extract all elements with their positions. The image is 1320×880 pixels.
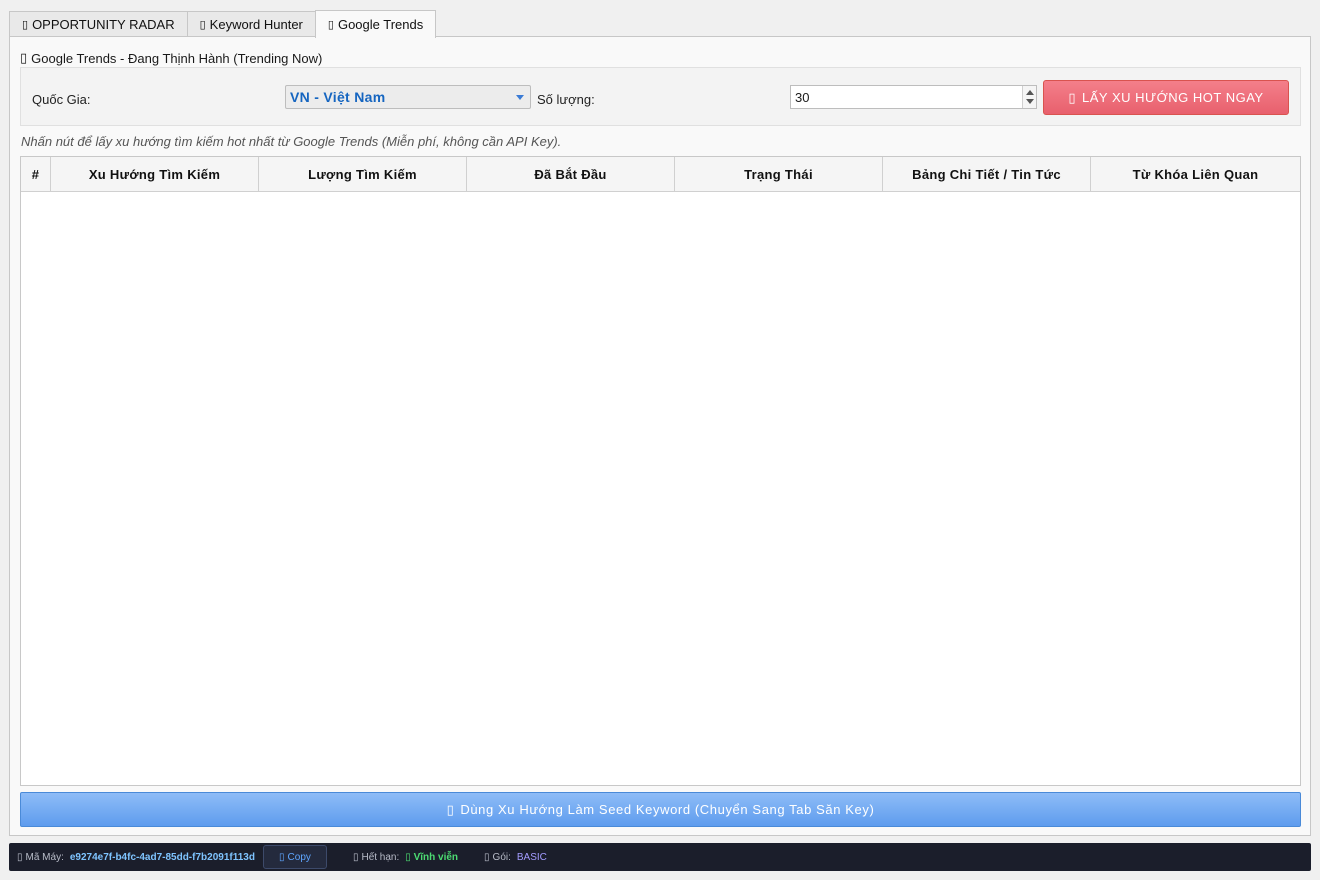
tab-bar: ▯ OPPORTUNITY RADAR ▯ Keyword Hunter ▯ G…	[9, 9, 437, 38]
count-value: 30	[795, 89, 810, 105]
increment-arrow-icon[interactable]	[1026, 90, 1034, 95]
plan-label-text: Gói:	[492, 851, 511, 863]
copy-button[interactable]: ▯ Copy	[262, 845, 327, 869]
chevron-down-icon	[516, 95, 524, 100]
tab-opportunity-radar[interactable]: ▯ OPPORTUNITY RADAR	[9, 11, 188, 37]
spin-buttons	[1022, 86, 1036, 108]
column-header-related[interactable]: Từ Khóa Liên Quan	[1091, 157, 1300, 191]
use-as-seed-label: Dùng Xu Hướng Làm Seed Keyword (Chuyển S…	[460, 802, 875, 817]
expiry-value-text: Vĩnh viễn	[413, 851, 459, 863]
count-spinbox[interactable]: 30	[790, 85, 1037, 109]
status-bar: ▯ Mã Máy: e9274e7f-b4fc-4ad7-85dd-f7b209…	[9, 843, 1311, 871]
section-title: ▯ Google Trends - Đang Thịnh Hành (Trend…	[20, 50, 322, 66]
plan-label: ▯ Gói:	[484, 852, 511, 863]
tab-label: Keyword Hunter	[209, 17, 303, 32]
machine-id-value: e9274e7f-b4fc-4ad7-85dd-f7b2091f113d	[69, 851, 255, 863]
tab-label: Google Trends	[337, 17, 424, 32]
target-icon: ▯	[199, 19, 206, 31]
controls-bar: Quốc Gia: VN - Việt Nam Số lượng: 30 ▯ L…	[20, 67, 1301, 126]
google-trends-panel: ▯ Google Trends - Đang Thịnh Hành (Trend…	[9, 36, 1311, 836]
count-label: Số lượng:	[537, 92, 595, 107]
tab-keyword-hunter[interactable]: ▯ Keyword Hunter	[186, 11, 316, 37]
column-header-volume[interactable]: Lượng Tìm Kiếm	[259, 157, 467, 191]
machine-label-text: Mã Máy:	[25, 851, 64, 863]
country-select[interactable]: VN - Việt Nam	[285, 85, 531, 109]
check-icon: ▯	[405, 851, 411, 863]
use-as-seed-button[interactable]: ▯ Dùng Xu Hướng Làm Seed Keyword (Chuyển…	[20, 792, 1301, 827]
tab-label: OPPORTUNITY RADAR	[32, 17, 175, 32]
fetch-trends-button[interactable]: ▯ LẤY XU HƯỚNG HOT NGAY	[1043, 80, 1289, 115]
column-header-started[interactable]: Đã Bắt Đầu	[467, 157, 675, 191]
fire-icon: ▯	[20, 50, 28, 65]
expiry-label: ▯ Hết hạn:	[353, 852, 399, 863]
column-header-trend[interactable]: Xu Hướng Tìm Kiếm	[51, 157, 259, 191]
clipboard-icon: ▯	[279, 851, 285, 863]
seedling-icon: ▯	[446, 801, 455, 817]
section-title-text: Google Trends - Đang Thịnh Hành (Trendin…	[31, 50, 323, 66]
fire-icon: ▯	[1068, 89, 1077, 105]
radar-icon: ▯	[22, 19, 29, 31]
trend-icon: ▯	[327, 19, 334, 31]
table-header: # Xu Hướng Tìm Kiếm Lượng Tìm Kiếm Đã Bắ…	[21, 157, 1300, 192]
package-icon: ▯	[484, 851, 490, 863]
country-value: VN - Việt Nam	[290, 89, 386, 105]
trends-table[interactable]: # Xu Hướng Tìm Kiếm Lượng Tìm Kiếm Đã Bắ…	[20, 156, 1301, 786]
country-label: Quốc Gia:	[32, 92, 91, 107]
hint-text: Nhấn nút để lấy xu hướng tìm kiếm hot nh…	[21, 134, 562, 149]
column-header-status[interactable]: Trạng Thái	[675, 157, 883, 191]
decrement-arrow-icon[interactable]	[1026, 99, 1034, 104]
column-header-index[interactable]: #	[21, 157, 51, 191]
plan-value: BASIC	[516, 851, 547, 863]
fetch-trends-label: LẤY XU HƯỚNG HOT NGAY	[1082, 90, 1264, 105]
clock-icon: ▯	[352, 851, 359, 863]
machine-id-label: ▯ Mã Máy:	[17, 852, 64, 863]
expiry-label-text: Hết hạn:	[361, 851, 400, 863]
column-header-details[interactable]: Bảng Chi Tiết / Tin Tức	[883, 157, 1091, 191]
tab-google-trends[interactable]: ▯ Google Trends	[314, 10, 437, 38]
copy-label: Copy	[287, 851, 311, 863]
expiry-value: ▯ Vĩnh viễn	[405, 852, 458, 863]
computer-icon: ▯	[17, 851, 23, 863]
